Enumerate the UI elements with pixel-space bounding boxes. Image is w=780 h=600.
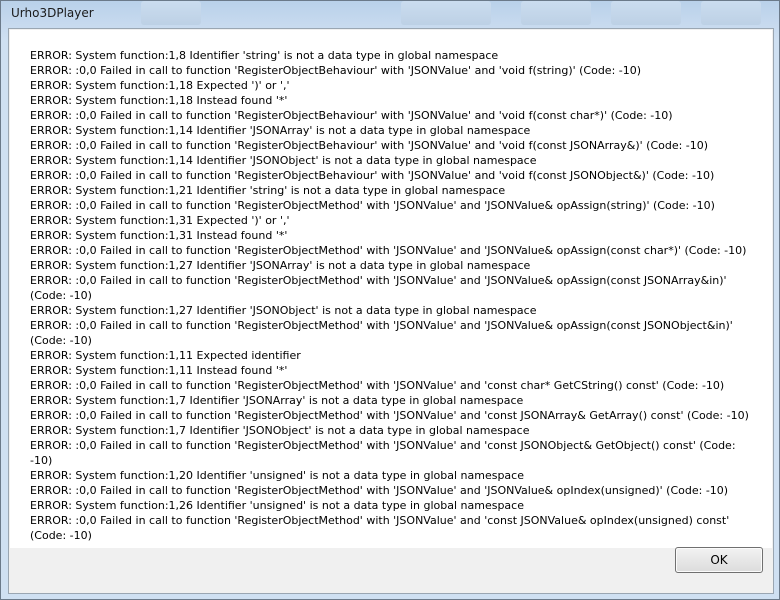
error-line: ERROR: System function:1,21 Identifier '… <box>30 184 506 197</box>
error-line: ERROR: :0,0 Failed in call to function '… <box>30 109 673 122</box>
error-line: ERROR: System function:1,31 Expected ')'… <box>30 214 290 227</box>
error-line: ERROR: System function:1,27 Identifier '… <box>30 304 537 317</box>
error-line: ERROR: :0,0 Failed in call to function '… <box>30 379 725 392</box>
error-line: ERROR: :0,0 Failed in call to function '… <box>30 139 709 152</box>
error-line: ERROR: System function:1,7 Identifier 'J… <box>30 424 530 437</box>
error-line: ERROR: System function:1,8 Identifier 's… <box>30 49 499 62</box>
background-window-glimpse <box>401 1 491 25</box>
background-window-glimpse <box>611 1 681 25</box>
background-window-glimpse <box>141 1 201 25</box>
error-line: ERROR: System function:1,11 Instead foun… <box>30 364 288 377</box>
error-line: ERROR: System function:1,11 Expected ide… <box>30 349 301 362</box>
error-line: ERROR: System function:1,27 Identifier '… <box>30 259 531 272</box>
message-box-window: Urho3DPlayer ERROR: System function:1,8 … <box>0 0 780 600</box>
error-line: ERROR: :0,0 Failed in call to function '… <box>30 409 749 422</box>
error-line: ERROR: :0,0 Failed in call to function '… <box>30 244 747 257</box>
error-line: ERROR: System function:1,18 Instead foun… <box>30 94 288 107</box>
background-window-glimpse <box>521 1 591 25</box>
message-panel: ERROR: System function:1,8 Identifier 's… <box>10 30 772 548</box>
title-bar[interactable]: Urho3DPlayer <box>1 1 779 27</box>
error-line: ERROR: System function:1,26 Identifier '… <box>30 499 524 512</box>
error-line: ERROR: System function:1,7 Identifier 'J… <box>30 394 524 407</box>
background-window-glimpse <box>701 1 761 25</box>
error-line: ERROR: System function:1,18 Expected ')'… <box>30 79 290 92</box>
error-line: ERROR: System function:1,31 Instead foun… <box>30 229 288 242</box>
error-line: ERROR: :0,0 Failed in call to function '… <box>30 64 642 77</box>
error-line: ERROR: :0,0 Failed in call to function '… <box>30 199 715 212</box>
error-line: ERROR: System function:1,20 Identifier '… <box>30 469 524 482</box>
ok-button[interactable]: OK <box>675 547 763 573</box>
error-line: ERROR: System function:1,14 Identifier '… <box>30 154 537 167</box>
error-line: ERROR: :0,0 Failed in call to function '… <box>30 319 737 347</box>
error-log: ERROR: System function:1,8 Identifier 's… <box>30 48 752 543</box>
error-line: ERROR: :0,0 Failed in call to function '… <box>30 274 731 302</box>
window-title: Urho3DPlayer <box>11 6 94 20</box>
error-line: ERROR: :0,0 Failed in call to function '… <box>30 484 729 497</box>
error-line: ERROR: System function:1,14 Identifier '… <box>30 124 531 137</box>
error-line: ERROR: :0,0 Failed in call to function '… <box>30 439 740 467</box>
error-line: ERROR: :0,0 Failed in call to function '… <box>30 514 733 542</box>
error-line: ERROR: :0,0 Failed in call to function '… <box>30 169 715 182</box>
dialog-client-area: ERROR: System function:1,8 Identifier 's… <box>8 28 774 594</box>
